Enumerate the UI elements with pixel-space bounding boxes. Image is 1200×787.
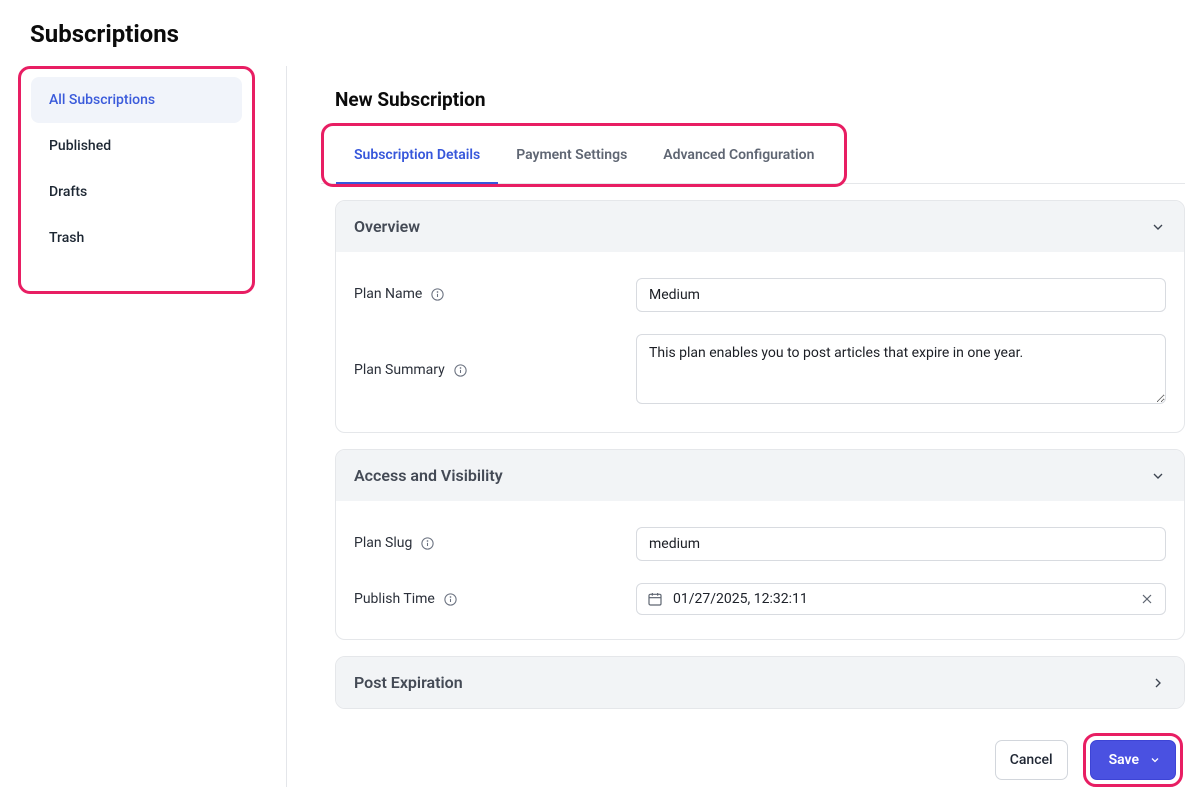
highlight-box-sidebar: All Subscriptions Published Drafts Trash bbox=[18, 66, 255, 294]
content: New Subscription Subscription Details Pa… bbox=[286, 66, 1200, 787]
label-publish-time: Publish Time bbox=[354, 583, 636, 607]
sidebar-item-all-subscriptions[interactable]: All Subscriptions bbox=[31, 77, 242, 123]
content-title: New Subscription bbox=[335, 88, 1185, 111]
tab-payment-settings[interactable]: Payment Settings bbox=[498, 126, 645, 184]
save-button-label: Save bbox=[1109, 752, 1139, 768]
plan-summary-textarea[interactable] bbox=[636, 334, 1166, 404]
chevron-down-icon bbox=[1149, 754, 1161, 766]
label-plan-summary: Plan Summary bbox=[354, 334, 636, 378]
sidebar-item-drafts[interactable]: Drafts bbox=[31, 169, 242, 215]
calendar-icon bbox=[647, 591, 663, 607]
highlight-box-tabs: Subscription Details Payment Settings Ad… bbox=[321, 123, 847, 187]
section-header-post-expiration[interactable]: Post Expiration bbox=[336, 657, 1184, 708]
sidebar-item-trash[interactable]: Trash bbox=[31, 215, 242, 261]
chevron-right-icon bbox=[1150, 675, 1166, 691]
section-title: Post Expiration bbox=[354, 673, 463, 692]
label-plan-slug: Plan Slug bbox=[354, 527, 636, 551]
clear-icon[interactable] bbox=[1139, 591, 1155, 607]
footer-actions: Cancel Save bbox=[335, 733, 1185, 787]
save-button[interactable]: Save bbox=[1090, 740, 1176, 780]
info-icon bbox=[443, 592, 458, 607]
info-icon bbox=[420, 536, 435, 551]
cancel-button[interactable]: Cancel bbox=[995, 740, 1068, 780]
plan-name-input[interactable] bbox=[636, 278, 1166, 312]
info-icon bbox=[453, 363, 468, 378]
label-plan-name: Plan Name bbox=[354, 278, 636, 302]
tab-subscription-details[interactable]: Subscription Details bbox=[336, 126, 498, 184]
publish-time-input[interactable]: 01/27/2025, 12:32:11 bbox=[636, 583, 1166, 615]
sidebar-item-published[interactable]: Published bbox=[31, 123, 242, 169]
tab-advanced-configuration[interactable]: Advanced Configuration bbox=[645, 126, 832, 184]
sidebar: All Subscriptions Published Drafts Trash bbox=[18, 66, 255, 787]
section-header-access[interactable]: Access and Visibility bbox=[336, 450, 1184, 501]
section-header-overview[interactable]: Overview bbox=[336, 201, 1184, 252]
highlight-box-save: Save bbox=[1083, 733, 1183, 787]
plan-slug-input[interactable] bbox=[636, 527, 1166, 561]
section-title: Access and Visibility bbox=[354, 466, 503, 485]
page-title: Subscriptions bbox=[0, 0, 1200, 66]
chevron-down-icon bbox=[1150, 468, 1166, 484]
chevron-down-icon bbox=[1150, 219, 1166, 235]
section-overview: Overview Plan Name Plan Summary bbox=[335, 200, 1185, 433]
publish-time-value: 01/27/2025, 12:32:11 bbox=[673, 591, 1129, 607]
section-title: Overview bbox=[354, 217, 420, 236]
tabs: Subscription Details Payment Settings Ad… bbox=[324, 126, 844, 184]
info-icon bbox=[430, 287, 445, 302]
section-post-expiration: Post Expiration bbox=[335, 656, 1185, 709]
section-access-visibility: Access and Visibility Plan Slug Publish … bbox=[335, 449, 1185, 640]
